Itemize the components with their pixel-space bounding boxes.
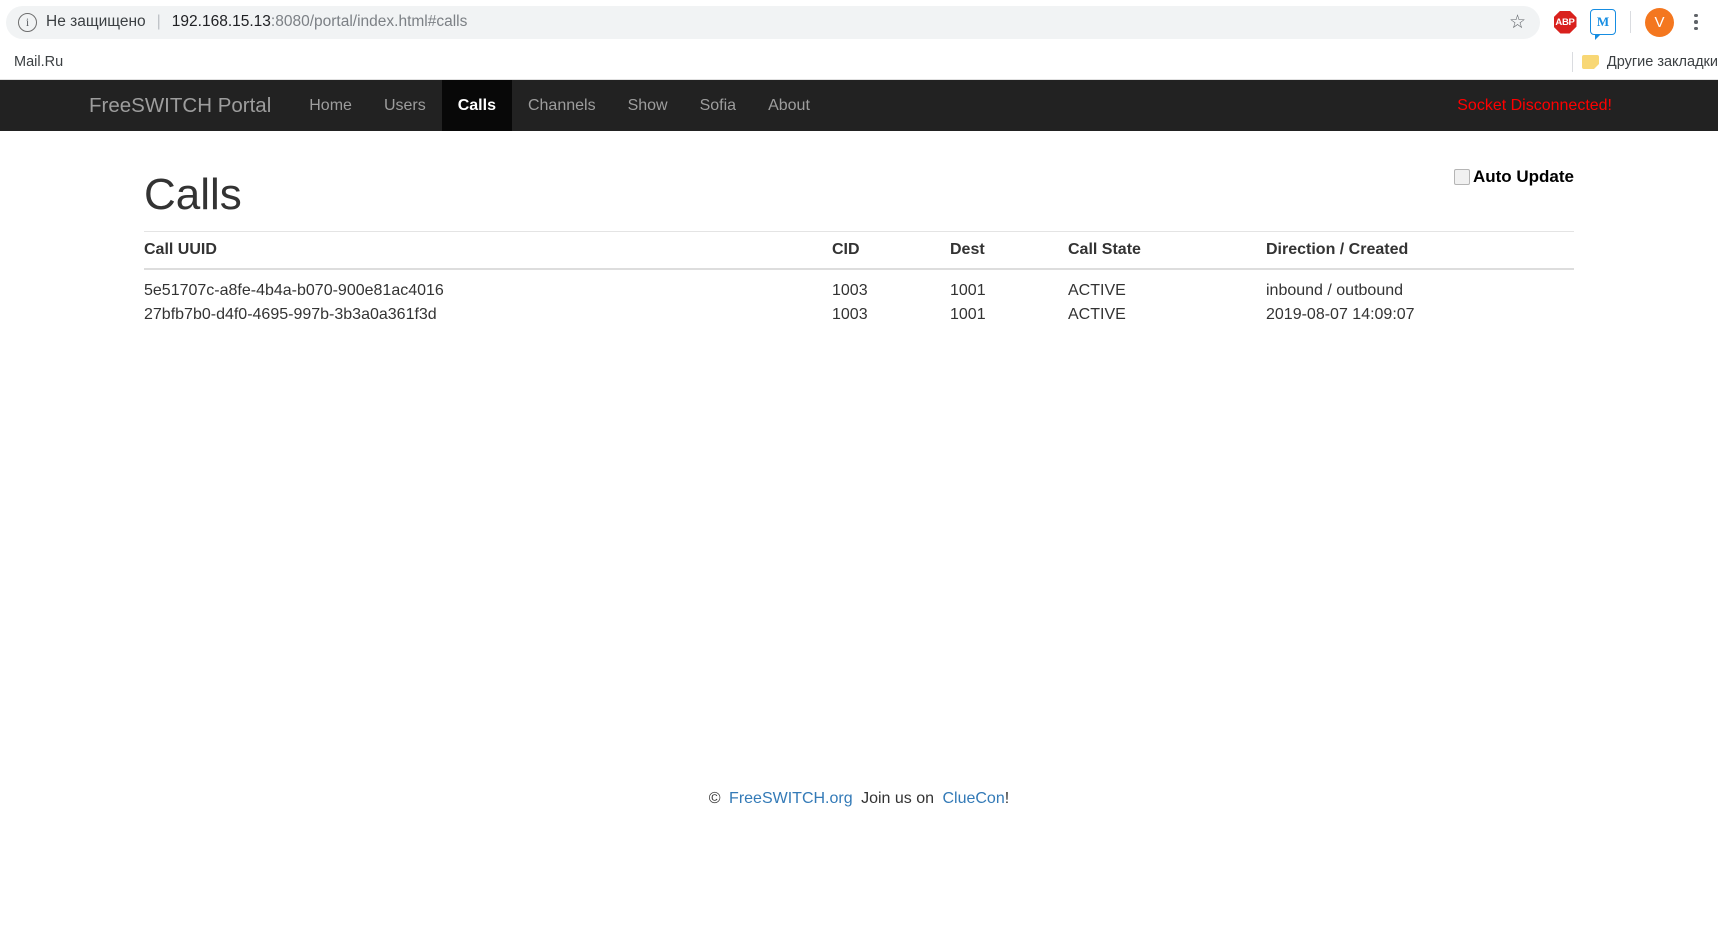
bookmark-mail-ru[interactable]: Mail.Ru [6,50,71,74]
cell-cid: 1003 [832,282,868,299]
table-header-row: Call UUID CID Dest Call State Direction … [144,231,1574,270]
auto-update-label: Auto Update [1472,167,1574,186]
calls-table-body: 5e51707c-a8fe-4b4a-b070-900e81ac4016 100… [144,269,1574,327]
cell-call-uuid: 27bfb7b0-d4f0-4695-997b-3b3a0a361f3d [144,306,437,323]
other-bookmarks-group: Другие закладки [1571,51,1718,72]
nav-item-home[interactable]: Home [293,80,368,131]
footer-middle-text: Join us on [861,790,935,807]
security-status-label: Не защищено [46,13,146,30]
url-path: :8080/portal/index.html#calls [270,13,468,30]
folder-icon [1581,54,1599,69]
nav-item-show[interactable]: Show [612,80,684,131]
brand-title[interactable]: FreeSWITCH Portal [89,94,271,118]
mailru-icon: M [1590,9,1616,40]
chrome-menu-icon[interactable] [1680,3,1712,41]
column-header-direction-created[interactable]: Direction / Created [1266,231,1574,270]
extension-mailru-button[interactable]: M [1584,3,1622,41]
column-header-call-state[interactable]: Call State [1068,231,1266,270]
url-text[interactable]: 192.168.15.13:8080/portal/index.html#cal… [172,13,468,31]
cell-call-state: ACTIVE [1068,306,1126,323]
table-row[interactable]: 27bfb7b0-d4f0-4695-997b-3b3a0a361f3d 100… [144,303,1574,327]
nav-item-about[interactable]: About [752,80,826,131]
bookmark-star-icon[interactable]: ☆ [1499,13,1526,32]
calls-table-wrapper: Call UUID CID Dest Call State Direction … [89,231,1629,327]
cluecon-link[interactable]: ClueCon [942,790,1004,807]
nav-item-sofia[interactable]: Sofia [684,80,752,131]
column-header-dest[interactable]: Dest [950,231,1068,270]
page-container: Calls Auto Update Call UUID CID Dest Cal… [74,131,1644,327]
omnibox-separator: | [156,13,161,30]
main-nav: Home Users Calls Channels Show Sofia Abo… [293,80,826,131]
extension-adblock-plus-button[interactable]: ABP [1546,3,1584,41]
toolbar-divider [1630,11,1631,33]
url-host: 192.168.15.13 [171,13,271,30]
cell-created-timestamp[interactable]: 2019-08-07 14:09:07 [1266,303,1574,327]
page-header: Calls Auto Update [89,131,1629,217]
cell-cid: 1003 [832,306,868,323]
column-header-cid[interactable]: CID [832,231,950,270]
other-bookmarks-label[interactable]: Другие закладки [1607,54,1718,70]
auto-update-control[interactable]: Auto Update [1453,167,1574,187]
nav-item-users[interactable]: Users [368,80,442,131]
cell-dest: 1001 [950,306,986,323]
socket-status-label: Socket Disconnected! [1457,96,1612,114]
browser-actions: ABP M V [1546,3,1712,41]
bookmarks-bar: Mail.Ru Другие закладки [0,44,1718,80]
cell-call-uuid: 5e51707c-a8fe-4b4a-b070-900e81ac4016 [144,282,444,299]
column-header-call-uuid[interactable]: Call UUID [144,231,832,270]
cell-call-state: ACTIVE [1068,282,1126,299]
address-bar[interactable]: i Не защищено | 192.168.15.13:8080/porta… [6,5,1540,39]
page-footer: © FreeSWITCH.org Join us on ClueCon! [0,790,1718,808]
cell-direction-created: inbound / outbound [1266,282,1404,299]
cell-dest: 1001 [950,282,986,299]
auto-update-checkbox[interactable] [1453,169,1470,185]
calls-table: Call UUID CID Dest Call State Direction … [144,231,1574,327]
table-row[interactable]: 5e51707c-a8fe-4b4a-b070-900e81ac4016 100… [144,269,1574,303]
site-info-icon[interactable]: i [18,12,37,32]
site-navbar: FreeSWITCH Portal Home Users Calls Chann… [0,80,1718,131]
page-title: Calls [144,170,242,219]
freeswitch-org-link[interactable]: FreeSWITCH.org [729,790,853,807]
footer-suffix: ! [1004,790,1010,807]
bookmarks-divider [1571,51,1573,72]
profile-avatar[interactable]: V [1645,7,1674,37]
calls-table-head: Call UUID CID Dest Call State Direction … [144,231,1574,270]
nav-item-channels[interactable]: Channels [512,80,612,131]
nav-item-calls[interactable]: Calls [441,80,512,131]
copyright-symbol: © [708,790,721,807]
browser-toolbar: i Не защищено | 192.168.15.13:8080/porta… [0,0,1718,44]
browser-chrome: i Не защищено | 192.168.15.13:8080/porta… [0,0,1718,80]
adblock-plus-icon: ABP [1553,10,1577,34]
